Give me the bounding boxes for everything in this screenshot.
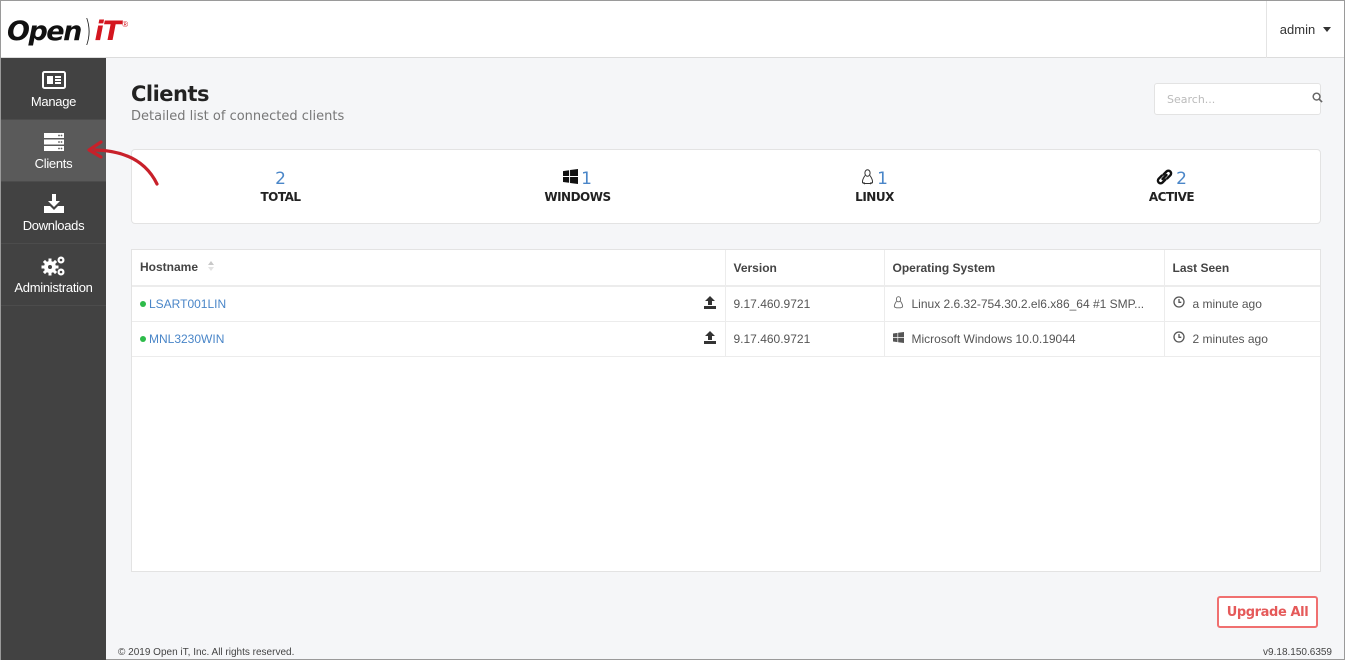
page-title: Clients bbox=[131, 82, 210, 106]
version-cell: 9.17.460.9721 bbox=[725, 321, 885, 357]
stat-total: 2 TOTAL bbox=[132, 150, 429, 223]
server-icon bbox=[43, 131, 65, 153]
user-name: admin bbox=[1279, 22, 1316, 37]
page-subtitle: Detailed list of connected clients bbox=[131, 109, 345, 124]
stat-value: 1 bbox=[877, 169, 888, 189]
logo-text-it: iT bbox=[94, 15, 122, 47]
sidebar: Manage Clients Downloads Administration bbox=[1, 58, 106, 660]
search-box[interactable] bbox=[1154, 83, 1323, 115]
main-content: Clients Detailed list of connected clien… bbox=[106, 58, 1344, 660]
windows-icon bbox=[563, 169, 579, 189]
stat-active: 2 ACTIVE bbox=[1023, 150, 1320, 223]
table-row: MNL3230WIN 9.17.460.9721 Microsoft Windo… bbox=[132, 321, 1320, 357]
registered-mark: ® bbox=[122, 19, 129, 29]
stat-label: ACTIVE bbox=[1148, 190, 1195, 204]
sidebar-item-manage[interactable]: Manage bbox=[1, 58, 106, 120]
upload-icon[interactable] bbox=[703, 330, 717, 347]
top-bar: Open ) iT ® admin bbox=[1, 1, 1344, 58]
sidebar-item-downloads[interactable]: Downloads bbox=[1, 182, 106, 244]
upgrade-all-button[interactable]: Upgrade All bbox=[1217, 596, 1318, 628]
stat-label: LINUX bbox=[855, 190, 894, 204]
sidebar-label: Administration bbox=[14, 279, 93, 295]
column-header-last-seen[interactable]: Last Seen bbox=[1164, 250, 1320, 287]
column-header-hostname[interactable]: Hostname bbox=[132, 250, 726, 287]
gears-icon bbox=[41, 255, 67, 277]
last-seen-text: a minute ago bbox=[1192, 296, 1262, 311]
open-it-logo[interactable]: Open ) iT ® bbox=[7, 11, 128, 51]
version-cell: 9.17.460.9721 bbox=[725, 286, 885, 322]
online-status-dot bbox=[140, 300, 146, 307]
sidebar-item-clients[interactable]: Clients bbox=[1, 120, 106, 182]
hostname-link[interactable]: LSART001LIN bbox=[140, 297, 226, 311]
last-seen-text: 2 minutes ago bbox=[1192, 331, 1268, 346]
search-input[interactable] bbox=[1167, 92, 1312, 106]
download-icon bbox=[43, 193, 65, 215]
app-version: v9.18.150.6359 bbox=[1263, 647, 1332, 658]
upload-icon[interactable] bbox=[703, 295, 717, 312]
caret-down-icon bbox=[1323, 27, 1332, 32]
clients-table: Hostname Version Operating System Last S… bbox=[131, 249, 1321, 572]
sidebar-label: Clients bbox=[34, 155, 73, 171]
sidebar-label: Manage bbox=[30, 93, 77, 109]
link-icon bbox=[1156, 169, 1173, 190]
stat-linux: 1 LINUX bbox=[726, 150, 1023, 223]
sort-icon[interactable] bbox=[207, 260, 215, 275]
user-menu[interactable]: admin bbox=[1266, 1, 1344, 58]
windows-icon bbox=[892, 331, 904, 346]
stats-panel: 2 TOTAL 1 WINDOWS 1 LINUX 2 ACTIVE bbox=[131, 149, 1321, 224]
linux-icon bbox=[893, 295, 904, 312]
stat-windows: 1 WINDOWS bbox=[429, 150, 726, 223]
copyright-text: © 2019 Open iT, Inc. All rights reserved… bbox=[118, 647, 295, 658]
stat-value: 1 bbox=[581, 169, 592, 189]
stat-label: TOTAL bbox=[260, 190, 301, 204]
search-icon[interactable] bbox=[1312, 92, 1323, 106]
clock-icon bbox=[1172, 331, 1185, 346]
stat-value: 2 bbox=[275, 169, 286, 189]
stat-label: WINDOWS bbox=[544, 190, 611, 204]
hostname-link[interactable]: MNL3230WIN bbox=[140, 332, 224, 346]
os-text: Linux 2.6.32-754.30.2.el6.x86_64 #1 SMP.… bbox=[911, 296, 1145, 311]
logo-separator: ) bbox=[84, 13, 92, 49]
clock-icon bbox=[1172, 296, 1185, 311]
sidebar-label: Downloads bbox=[22, 217, 85, 233]
online-status-dot bbox=[140, 335, 146, 342]
table-header-row: Hostname Version Operating System Last S… bbox=[132, 250, 1320, 287]
newspaper-icon bbox=[41, 69, 66, 91]
column-header-version[interactable]: Version bbox=[725, 250, 885, 287]
logo-text-open: Open bbox=[7, 15, 82, 47]
sidebar-item-administration[interactable]: Administration bbox=[1, 244, 106, 306]
table-row: LSART001LIN 9.17.460.9721 Linux 2.6.32-7… bbox=[132, 286, 1320, 322]
column-header-os[interactable]: Operating System bbox=[884, 250, 1165, 287]
linux-icon bbox=[861, 168, 874, 190]
stat-value: 2 bbox=[1176, 169, 1187, 189]
os-text: Microsoft Windows 10.0.19044 bbox=[911, 331, 1076, 346]
